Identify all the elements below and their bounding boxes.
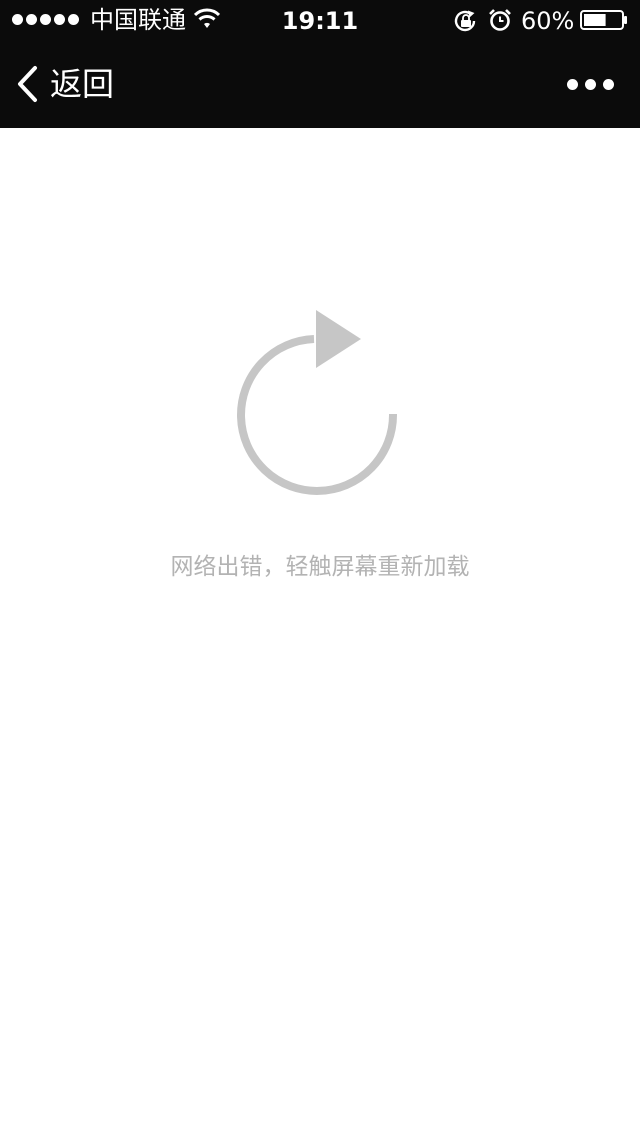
battery-percent: 60% (521, 7, 575, 35)
reload-icon (237, 310, 398, 495)
more-dots-icon (566, 78, 578, 90)
status-bar: 中国联通 19:11 60% (0, 0, 640, 40)
reload-area[interactable]: 网络出错，轻触屏幕重新加载 (0, 128, 640, 1136)
more-options-button[interactable] (560, 68, 620, 100)
rotation-lock-icon (454, 10, 476, 32)
back-label: 返回 (50, 65, 115, 103)
battery-icon (580, 10, 627, 30)
alarm-icon (489, 9, 511, 31)
chevron-left-icon (18, 66, 37, 102)
navigation-bar: 返回 (0, 40, 640, 128)
back-button[interactable]: 返回 (14, 60, 114, 108)
network-error-message: 网络出错，轻触屏幕重新加载 (170, 554, 470, 580)
